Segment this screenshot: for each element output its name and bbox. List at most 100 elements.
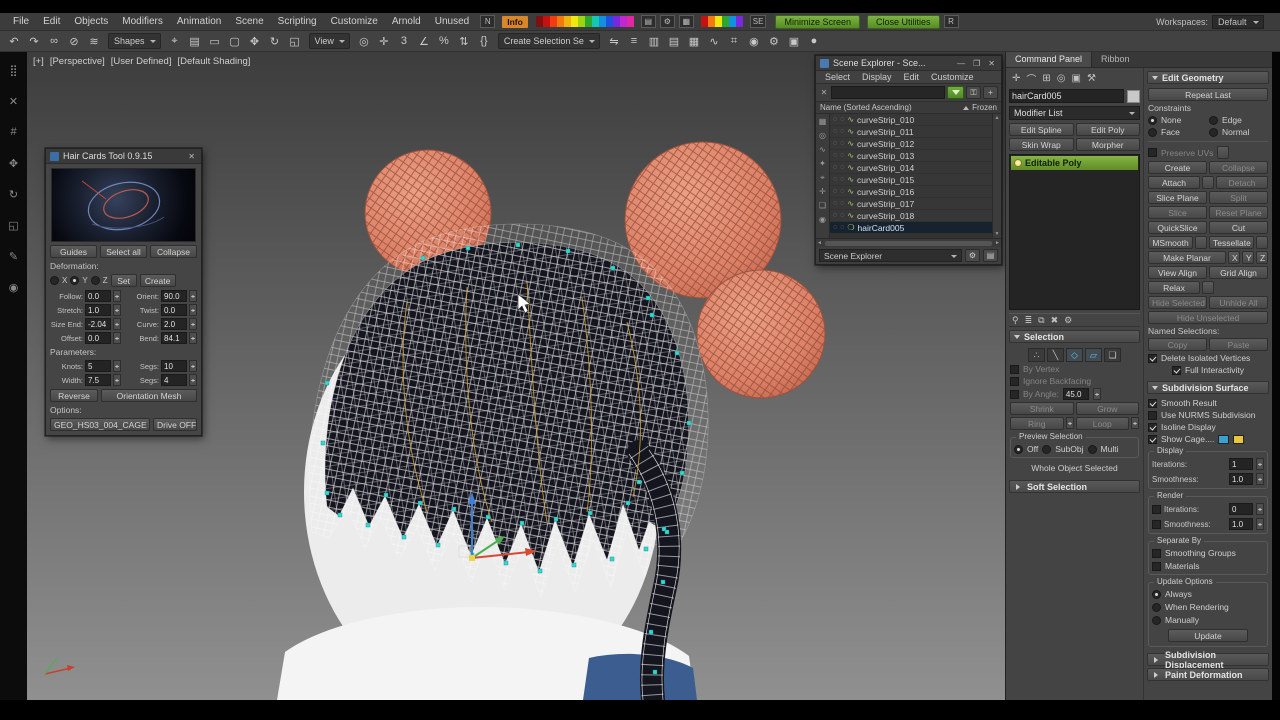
show-cage-checkbox[interactable] xyxy=(1148,434,1157,444)
display-helpers-icon[interactable]: ✛ xyxy=(819,186,826,198)
object-name-field[interactable]: hairCard005 xyxy=(1009,89,1124,103)
color-swatch[interactable] xyxy=(598,16,606,27)
constraint-none-radio[interactable] xyxy=(1148,115,1157,125)
constraint-face-radio[interactable] xyxy=(1148,127,1157,137)
list-item[interactable]: ◌ ◌ ∿ curveStrip_013 xyxy=(830,150,992,162)
field-value[interactable]: -2.04 xyxy=(85,318,111,330)
hair-tool-button[interactable]: Guides xyxy=(50,245,97,258)
target-tool-icon[interactable]: ◉ xyxy=(5,279,23,295)
select-by-name-icon[interactable]: ▤ xyxy=(185,32,205,50)
paste-button[interactable]: Paste xyxy=(1209,338,1268,351)
list-item[interactable]: ◌ ◌ ∿ curveStrip_012 xyxy=(830,138,992,150)
rotate-tool-icon[interactable]: ↻ xyxy=(5,186,23,202)
close-icon[interactable]: ✕ xyxy=(186,152,197,161)
field-value[interactable]: 0.0 xyxy=(85,290,111,302)
msmooth-settings-button[interactable] xyxy=(1195,236,1207,249)
hash-tool-icon[interactable]: # xyxy=(5,124,23,140)
display-geometry-icon[interactable]: ◎ xyxy=(819,130,826,142)
remove-modifier-icon[interactable]: ✖ xyxy=(1051,315,1059,326)
list-item-selected[interactable]: ◌ ◌ ❍ hairCard005 xyxy=(830,222,992,234)
update-button[interactable]: Update xyxy=(1168,629,1248,642)
color-swatch[interactable] xyxy=(549,16,557,27)
spinner[interactable] xyxy=(113,290,121,302)
morpher-button[interactable]: Morpher xyxy=(1075,138,1140,151)
cage-object-button[interactable]: GEO_HS03_004_CAGE xyxy=(50,418,150,431)
hide-toggle-icon[interactable]: ◌ xyxy=(833,188,837,195)
quickslice-button[interactable]: QuickSlice xyxy=(1148,221,1207,234)
spinner[interactable] xyxy=(1256,518,1264,530)
spinner[interactable] xyxy=(113,360,121,372)
freeze-toggle-icon[interactable]: ◌ xyxy=(840,176,844,183)
search-input[interactable] xyxy=(831,86,945,99)
draw-tool-icon[interactable]: ✎ xyxy=(5,248,23,264)
viewport-menu-shading[interactable]: [Default Shading] xyxy=(177,56,250,67)
spinner[interactable] xyxy=(189,304,197,316)
menu-item[interactable]: Scripting xyxy=(271,16,324,27)
explorer-menu-item[interactable]: Display xyxy=(857,72,897,82)
menu-item[interactable]: Arnold xyxy=(385,16,428,27)
hide-toggle-icon[interactable]: ◌ xyxy=(833,212,837,219)
preserve-uvs-checkbox[interactable] xyxy=(1148,148,1157,157)
rollout-subdivision-surface[interactable]: Subdivision Surface xyxy=(1147,381,1269,394)
reverse-button[interactable]: Reverse xyxy=(50,389,98,402)
grid-align-button[interactable]: Grid Align xyxy=(1209,266,1268,279)
edit-spline-button[interactable]: Edit Spline xyxy=(1009,123,1074,136)
constraint-edge-radio[interactable] xyxy=(1209,115,1218,125)
set-button[interactable]: Set xyxy=(110,274,137,287)
hierarchy-tab-icon[interactable]: ⊞ xyxy=(1042,73,1050,84)
axis-x-radio[interactable] xyxy=(50,276,59,285)
field-value[interactable]: 10 xyxy=(161,360,187,372)
smoothness-field[interactable]: 1.0 xyxy=(1229,473,1253,485)
list-item[interactable]: ◌ ◌ ∿ curveStrip_017 xyxy=(830,198,992,210)
field-value[interactable]: 84.1 xyxy=(161,332,187,344)
color-swatch[interactable] xyxy=(591,16,599,27)
scale-tool-icon[interactable]: ◱ xyxy=(5,217,23,233)
color-swatch[interactable] xyxy=(570,16,578,27)
field-value[interactable]: 0.0 xyxy=(85,332,111,344)
motion-tab-icon[interactable]: ◎ xyxy=(1057,73,1066,84)
iterations-field[interactable]: 1 xyxy=(1229,458,1253,470)
cage-color-swatch-2[interactable] xyxy=(1233,434,1245,444)
explorer-settings-icon[interactable]: ⚙ xyxy=(965,249,980,262)
field-value[interactable]: 2.0 xyxy=(161,318,187,330)
create-tab-icon[interactable]: ✛ xyxy=(1012,73,1020,84)
freeze-toggle-icon[interactable]: ◌ xyxy=(840,212,844,219)
percent-snap-icon[interactable]: % xyxy=(434,32,454,50)
n-button[interactable]: N xyxy=(480,15,496,28)
attach-button[interactable]: Attach xyxy=(1148,176,1200,189)
color-swatch[interactable] xyxy=(714,16,722,27)
layer-explorer-toggle-icon[interactable]: ▤ xyxy=(664,32,684,50)
create-button[interactable]: Create xyxy=(1148,161,1207,174)
field-value[interactable]: 1.0 xyxy=(85,304,111,316)
polygon-mode-icon[interactable]: ▱ xyxy=(1085,348,1102,362)
viewport-menu-plus[interactable]: [+] xyxy=(33,56,44,67)
color-swatch[interactable] xyxy=(556,16,564,27)
scene-explorer-toggle-icon[interactable]: ▥ xyxy=(644,32,664,50)
orientation-mesh-button[interactable]: Orientation Mesh xyxy=(101,389,197,402)
restore-icon[interactable]: ❐ xyxy=(971,59,982,68)
slice-plane-button[interactable]: Slice Plane xyxy=(1148,191,1207,204)
selection-filter-dropdown[interactable]: Shapes xyxy=(108,33,161,49)
spinner[interactable] xyxy=(189,332,197,344)
update-when-rendering-radio[interactable] xyxy=(1152,602,1161,612)
msmooth-button[interactable]: MSmooth xyxy=(1148,236,1193,249)
spinner[interactable] xyxy=(189,374,197,386)
drive-toggle-button[interactable]: Drive OFF xyxy=(153,418,197,431)
spinner[interactable] xyxy=(189,318,197,330)
bind-to-space-warp-icon[interactable]: ≋ xyxy=(84,32,104,50)
tab-command-panel[interactable]: Command Panel xyxy=(1006,52,1093,67)
display-lights-icon[interactable]: ✦ xyxy=(819,158,826,170)
by-angle-checkbox[interactable] xyxy=(1010,389,1019,399)
hide-toggle-icon[interactable]: ◌ xyxy=(833,176,837,183)
se-button[interactable]: SE xyxy=(749,15,767,28)
field-value[interactable]: 0.0 xyxy=(161,304,187,316)
stack-item-editable-poly[interactable]: Editable Poly xyxy=(1011,156,1138,170)
relax-button[interactable]: Relax xyxy=(1148,281,1200,294)
display-shapes-icon[interactable]: ∿ xyxy=(819,144,826,156)
collapse-button[interactable]: Collapse xyxy=(1209,161,1268,174)
axis-y-radio[interactable] xyxy=(70,276,80,285)
show-end-result-icon[interactable]: ≣ xyxy=(1025,315,1033,326)
constraint-normal-radio[interactable] xyxy=(1209,127,1218,137)
create-button[interactable]: Create xyxy=(139,274,176,287)
select-object-icon[interactable]: ⌖ xyxy=(165,32,185,50)
